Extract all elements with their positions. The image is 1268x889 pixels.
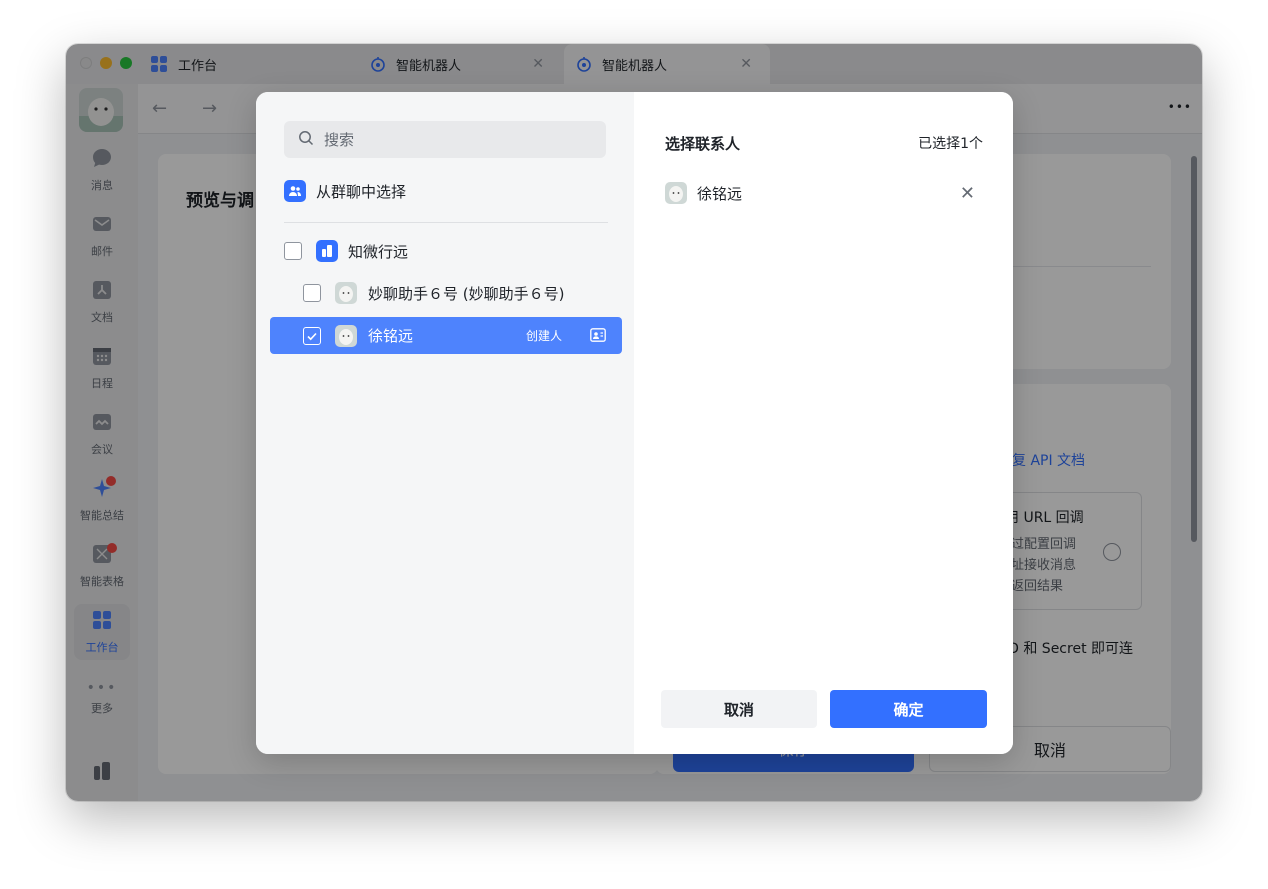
cancel-label: 取消 — [723, 700, 754, 719]
select-contacts-dialog: 从群聊中选择 知微行远 妙聊助手６号 (妙聊助手６号) 徐铭远 — [256, 92, 1013, 754]
org-logo-icon — [316, 240, 338, 262]
member-checkbox-checked[interactable] — [303, 326, 321, 345]
avatar — [665, 182, 687, 204]
from-group-chat-option[interactable]: 从群聊中选择 — [284, 180, 406, 202]
search-input[interactable] — [324, 130, 584, 149]
remove-contact-icon[interactable]: ✕ — [960, 183, 975, 204]
from-group-label: 从群聊中选择 — [316, 182, 407, 201]
contact-card-icon[interactable] — [590, 328, 606, 346]
selected-contact: 徐铭远 — [665, 182, 742, 204]
selected-contact-name: 徐铭远 — [697, 184, 743, 203]
org-row[interactable]: 知微行远 — [284, 240, 408, 262]
org-checkbox[interactable] — [284, 242, 302, 260]
selected-pane: 选择联系人 已选择1个 徐铭远 ✕ 取消 确定 — [634, 92, 1013, 754]
selected-count: 已选择1个 — [918, 136, 983, 152]
member-row[interactable]: 妙聊助手６号 (妙聊助手６号) — [303, 282, 564, 304]
org-name: 知微行远 — [348, 242, 409, 261]
member-name: 徐铭远 — [368, 327, 414, 345]
creator-tag: 创建人 — [525, 329, 562, 343]
member-row-selected[interactable]: 徐铭远 创建人 — [270, 317, 622, 354]
contacts-picker-pane: 从群聊中选择 知微行远 妙聊助手６号 (妙聊助手６号) 徐铭远 — [256, 92, 634, 754]
avatar — [335, 282, 357, 304]
divider — [284, 222, 608, 223]
cancel-button[interactable]: 取消 — [661, 690, 817, 728]
selected-pane-title: 选择联系人 — [665, 135, 741, 153]
member-name: 妙聊助手６号 (妙聊助手６号) — [368, 284, 565, 303]
search-box[interactable] — [284, 121, 606, 158]
member-checkbox[interactable] — [303, 284, 321, 302]
avatar — [335, 324, 357, 347]
confirm-button[interactable]: 确定 — [830, 690, 987, 728]
confirm-label: 确定 — [893, 700, 924, 719]
search-icon — [298, 130, 314, 150]
group-chat-icon — [284, 180, 306, 202]
